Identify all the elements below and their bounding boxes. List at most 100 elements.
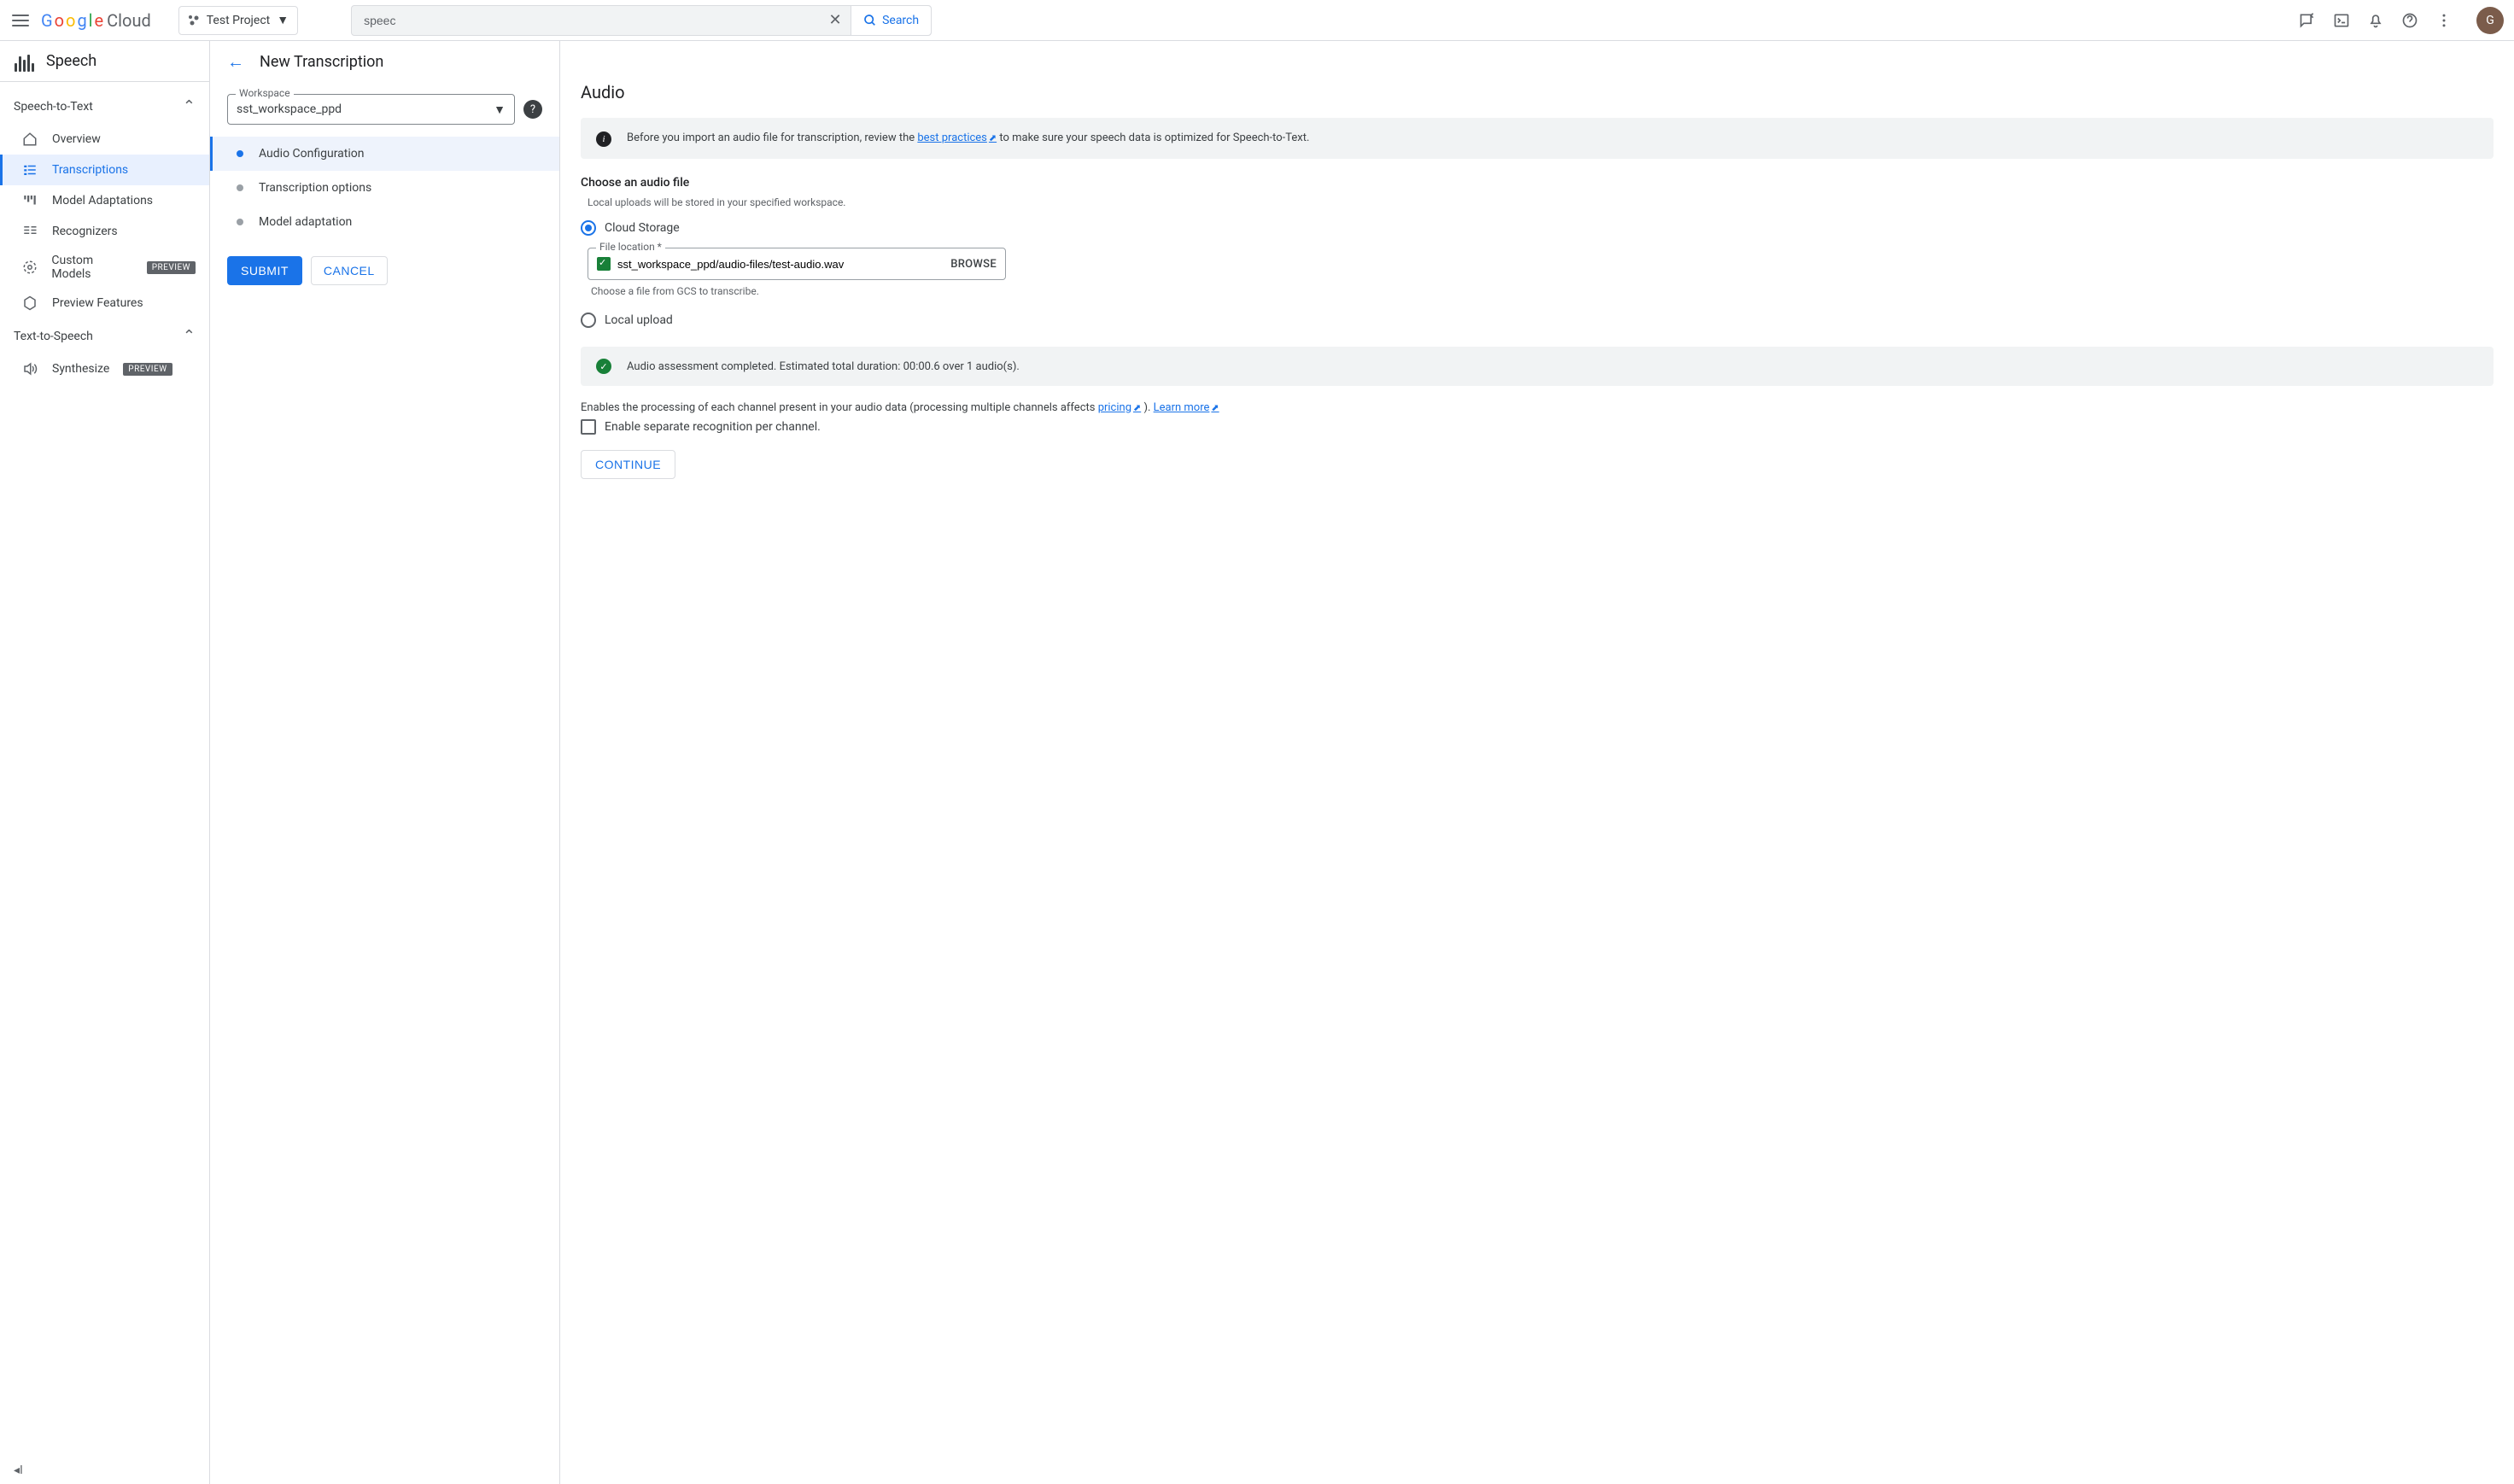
google-cloud-logo[interactable]: Google Cloud [41,10,151,31]
chevron-up-icon: ⌃ [183,97,196,115]
sidebar-header: Speech [0,41,209,82]
radio-label: Cloud Storage [605,221,680,235]
adaptations-icon [21,192,38,209]
search-bar: ✕ Search [351,5,932,36]
external-link-icon: ⬈ [989,132,997,143]
nav-label: Preview Features [52,296,143,310]
step-dot-icon [237,219,243,225]
checkbox-icon [581,419,596,435]
radio-local-upload[interactable]: Local upload [581,309,2494,331]
workspace-value: sst_workspace_ppd [237,102,342,116]
home-icon [21,131,38,148]
learn-more-link[interactable]: Learn more⬈ [1154,401,1219,414]
transcriptions-icon [21,161,38,178]
page-title: New Transcription [260,53,383,71]
help-icon[interactable] [2401,12,2418,29]
external-link-icon: ⬈ [1211,402,1219,413]
nav-synthesize[interactable]: Synthesize PREVIEW [0,353,209,384]
config-panel: ← New Transcription Workspace sst_worksp… [210,41,560,1484]
channels-description: Enables the processing of each channel p… [581,401,2494,414]
nav-custom-models[interactable]: Custom Models PREVIEW [0,247,209,288]
top-bar: Google Cloud Test Project ▼ ✕ Search G [0,0,2514,41]
choose-file-title: Choose an audio file [581,176,2494,190]
step-dot-icon [237,184,243,191]
collapse-sidebar-icon[interactable]: ◂I [14,1464,23,1477]
dropdown-icon: ▼ [494,102,506,117]
file-helper-text: Choose a file from GCS to transcribe. [591,285,2494,297]
nav-model-adaptations[interactable]: Model Adaptations [0,185,209,216]
speech-product-icon [14,51,34,72]
info-text: Before you import an audio file for tran… [627,130,1309,147]
radio-cloud-storage[interactable]: Cloud Storage [581,217,2494,239]
pricing-link[interactable]: pricing⬈ [1098,401,1142,414]
nav-label: Transcriptions [52,163,128,177]
step-label: Transcription options [259,181,371,195]
notifications-icon[interactable] [2367,12,2384,29]
menu-icon[interactable] [10,10,31,31]
project-picker[interactable]: Test Project ▼ [178,6,298,35]
external-link-icon: ⬈ [1133,402,1141,413]
info-banner: i Before you import an audio file for tr… [581,118,2494,159]
step-label: Audio Configuration [259,147,364,161]
file-location-label: File location * [596,241,665,253]
chevron-up-icon: ⌃ [183,327,196,345]
continue-button[interactable]: CONTINUE [581,450,675,479]
browse-button[interactable]: BROWSE [950,258,997,271]
workspace-select[interactable]: Workspace sst_workspace_ppd ▼ [227,94,515,125]
dropdown-icon: ▼ [277,13,289,27]
recognizers-icon [21,223,38,240]
nav-overview[interactable]: Overview [0,124,209,155]
nav-label: Synthesize [52,362,109,376]
radio-icon [581,220,596,236]
step-dot-icon [237,150,243,157]
preview-badge: PREVIEW [147,261,196,274]
step-transcription-options[interactable]: Transcription options [210,171,559,205]
user-avatar[interactable]: G [2476,7,2504,34]
nav-label: Overview [52,132,101,146]
top-utility-icons: G [2299,7,2504,34]
nav-group-stt[interactable]: Speech-to-Text ⌃ [0,89,209,124]
project-name: Test Project [207,14,270,27]
nav-preview-features[interactable]: Preview Features [0,288,209,318]
back-arrow-icon[interactable]: ← [227,51,244,73]
check-icon [597,257,611,271]
main-content: Audio i Before you import an audio file … [560,41,2514,1484]
cloud-shell-icon[interactable] [2333,12,2350,29]
success-text: Audio assessment completed. Estimated to… [627,360,1020,373]
workspace-label: Workspace [236,87,294,99]
workspace-help-icon[interactable]: ? [523,100,542,119]
file-location-input[interactable] [617,258,944,271]
more-icon[interactable] [2435,12,2453,29]
custom-models-icon [21,259,38,276]
separate-channel-checkbox-row[interactable]: Enable separate recognition per channel. [581,419,2494,435]
success-check-icon: ✓ [596,359,611,374]
radio-icon [581,313,596,328]
nav-recognizers[interactable]: Recognizers [0,216,209,247]
product-title: Speech [46,52,96,70]
preview-badge: PREVIEW [123,363,172,376]
project-icon [188,15,200,26]
radio-label: Local upload [605,313,673,327]
submit-button[interactable]: SUBMIT [227,256,302,285]
nav-label: Recognizers [52,225,118,238]
step-audio-config[interactable]: Audio Configuration [210,137,559,171]
search-button[interactable]: Search [851,6,931,35]
nav-transcriptions[interactable]: Transcriptions [0,155,209,185]
nav-label: Model Adaptations [52,194,153,207]
upload-hint: Local uploads will be stored in your spe… [588,196,2494,208]
checkbox-label: Enable separate recognition per channel. [605,420,821,434]
send-feedback-icon[interactable] [2299,12,2316,29]
nav-group-tts[interactable]: Text-to-Speech ⌃ [0,318,209,353]
clear-search-icon[interactable]: ✕ [820,11,851,29]
synthesize-icon [21,360,38,377]
search-input[interactable] [352,14,820,27]
preview-icon [21,295,38,312]
best-practices-link[interactable]: best practices⬈ [917,131,997,144]
nav-label: Custom Models [51,254,132,281]
step-model-adaptation[interactable]: Model adaptation [210,205,559,239]
cancel-button[interactable]: CANCEL [311,256,388,285]
sidebar: Speech Speech-to-Text ⌃ Overview Transcr… [0,41,210,1484]
info-icon: i [596,131,611,147]
file-location-field: File location * BROWSE [588,248,1006,280]
audio-heading: Audio [581,82,2494,102]
